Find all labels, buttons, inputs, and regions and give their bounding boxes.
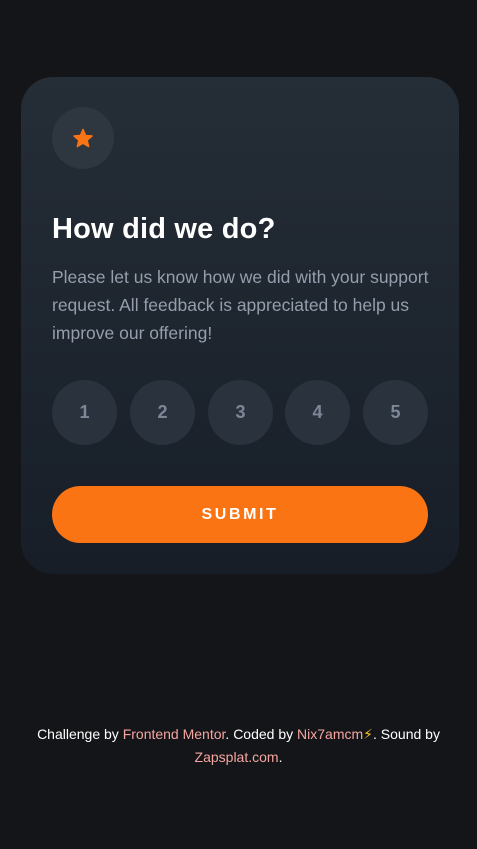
rating-options: 1 2 3 4 5 [52,380,428,445]
page: How did we do? Please let us know how we… [0,0,477,849]
rating-button-5[interactable]: 5 [363,380,428,445]
star-icon [72,128,94,149]
rating-card: How did we do? Please let us know how we… [21,77,459,574]
lightning-icon: ⚡ [363,726,373,742]
rating-button-3[interactable]: 3 [208,380,273,445]
rating-button-2[interactable]: 2 [130,380,195,445]
author-link[interactable]: Nix7amcm [297,726,363,742]
footer-prefix: Challenge by [37,726,123,742]
rating-button-1[interactable]: 1 [52,380,117,445]
star-badge [52,107,114,169]
attribution-footer: Challenge by Frontend Mentor. Coded by N… [0,723,477,769]
footer-suffix: . [278,749,283,765]
card-description: Please let us know how we did with your … [52,267,429,343]
footer-sound-by: . Sound by [373,726,440,742]
zapsplat-link[interactable]: Zapsplat.com [195,749,279,765]
frontend-mentor-link[interactable]: Frontend Mentor [123,726,226,742]
submit-button[interactable]: SUBMIT [52,486,428,543]
page-title: How did we do? [52,213,276,245]
rating-button-4[interactable]: 4 [285,380,350,445]
footer-coded-by: . Coded by [225,726,298,742]
